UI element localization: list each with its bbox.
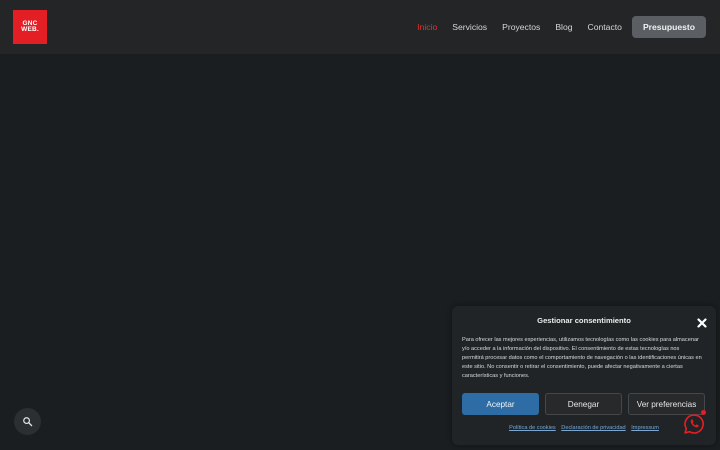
consent-description: Para ofrecer las mejores experiencias, u… bbox=[462, 337, 702, 379]
privacy-statement-link[interactable]: Declaración de privacidad bbox=[561, 425, 625, 431]
main-nav: Inicio Servicios Proyectos Blog Contacto… bbox=[402, 0, 706, 54]
consent-title: Gestionar consentimiento bbox=[537, 316, 631, 325]
impressum-link[interactable]: Impressum bbox=[631, 425, 659, 431]
consent-button-row: Aceptar Denegar Ver preferencias bbox=[462, 393, 705, 415]
close-icon bbox=[697, 318, 707, 328]
notification-dot bbox=[701, 410, 706, 415]
logo-line-2: WEB. bbox=[21, 26, 39, 33]
whatsapp-icon bbox=[684, 414, 704, 434]
presupuesto-button[interactable]: Presupuesto bbox=[631, 16, 706, 38]
site-logo[interactable]: GNC WEB. bbox=[13, 10, 47, 44]
cookie-policy-link[interactable]: Política de cookies bbox=[509, 425, 556, 431]
deny-button[interactable]: Denegar bbox=[545, 393, 622, 415]
nav-item-inicio[interactable]: Inicio bbox=[417, 22, 437, 32]
cookie-consent-dialog: Gestionar consentimiento Para ofrecer la… bbox=[452, 306, 716, 445]
nav-item-servicios[interactable]: Servicios bbox=[452, 22, 487, 32]
site-header: GNC WEB. Inicio Servicios Proyectos Blog… bbox=[0, 0, 720, 54]
nav-item-contacto[interactable]: Contacto bbox=[588, 22, 622, 32]
close-button[interactable] bbox=[697, 315, 707, 328]
nav-item-proyectos[interactable]: Proyectos bbox=[502, 22, 540, 32]
page: GNC WEB. Inicio Servicios Proyectos Blog… bbox=[0, 0, 720, 450]
accept-button[interactable]: Aceptar bbox=[462, 393, 539, 415]
search-icon bbox=[23, 417, 33, 427]
consent-links: Política de cookies Declaración de priva… bbox=[452, 425, 716, 431]
search-button[interactable] bbox=[14, 408, 41, 435]
preferences-button[interactable]: Ver preferencias bbox=[628, 393, 705, 415]
nav-item-blog[interactable]: Blog bbox=[555, 22, 572, 32]
whatsapp-button[interactable] bbox=[683, 410, 706, 435]
